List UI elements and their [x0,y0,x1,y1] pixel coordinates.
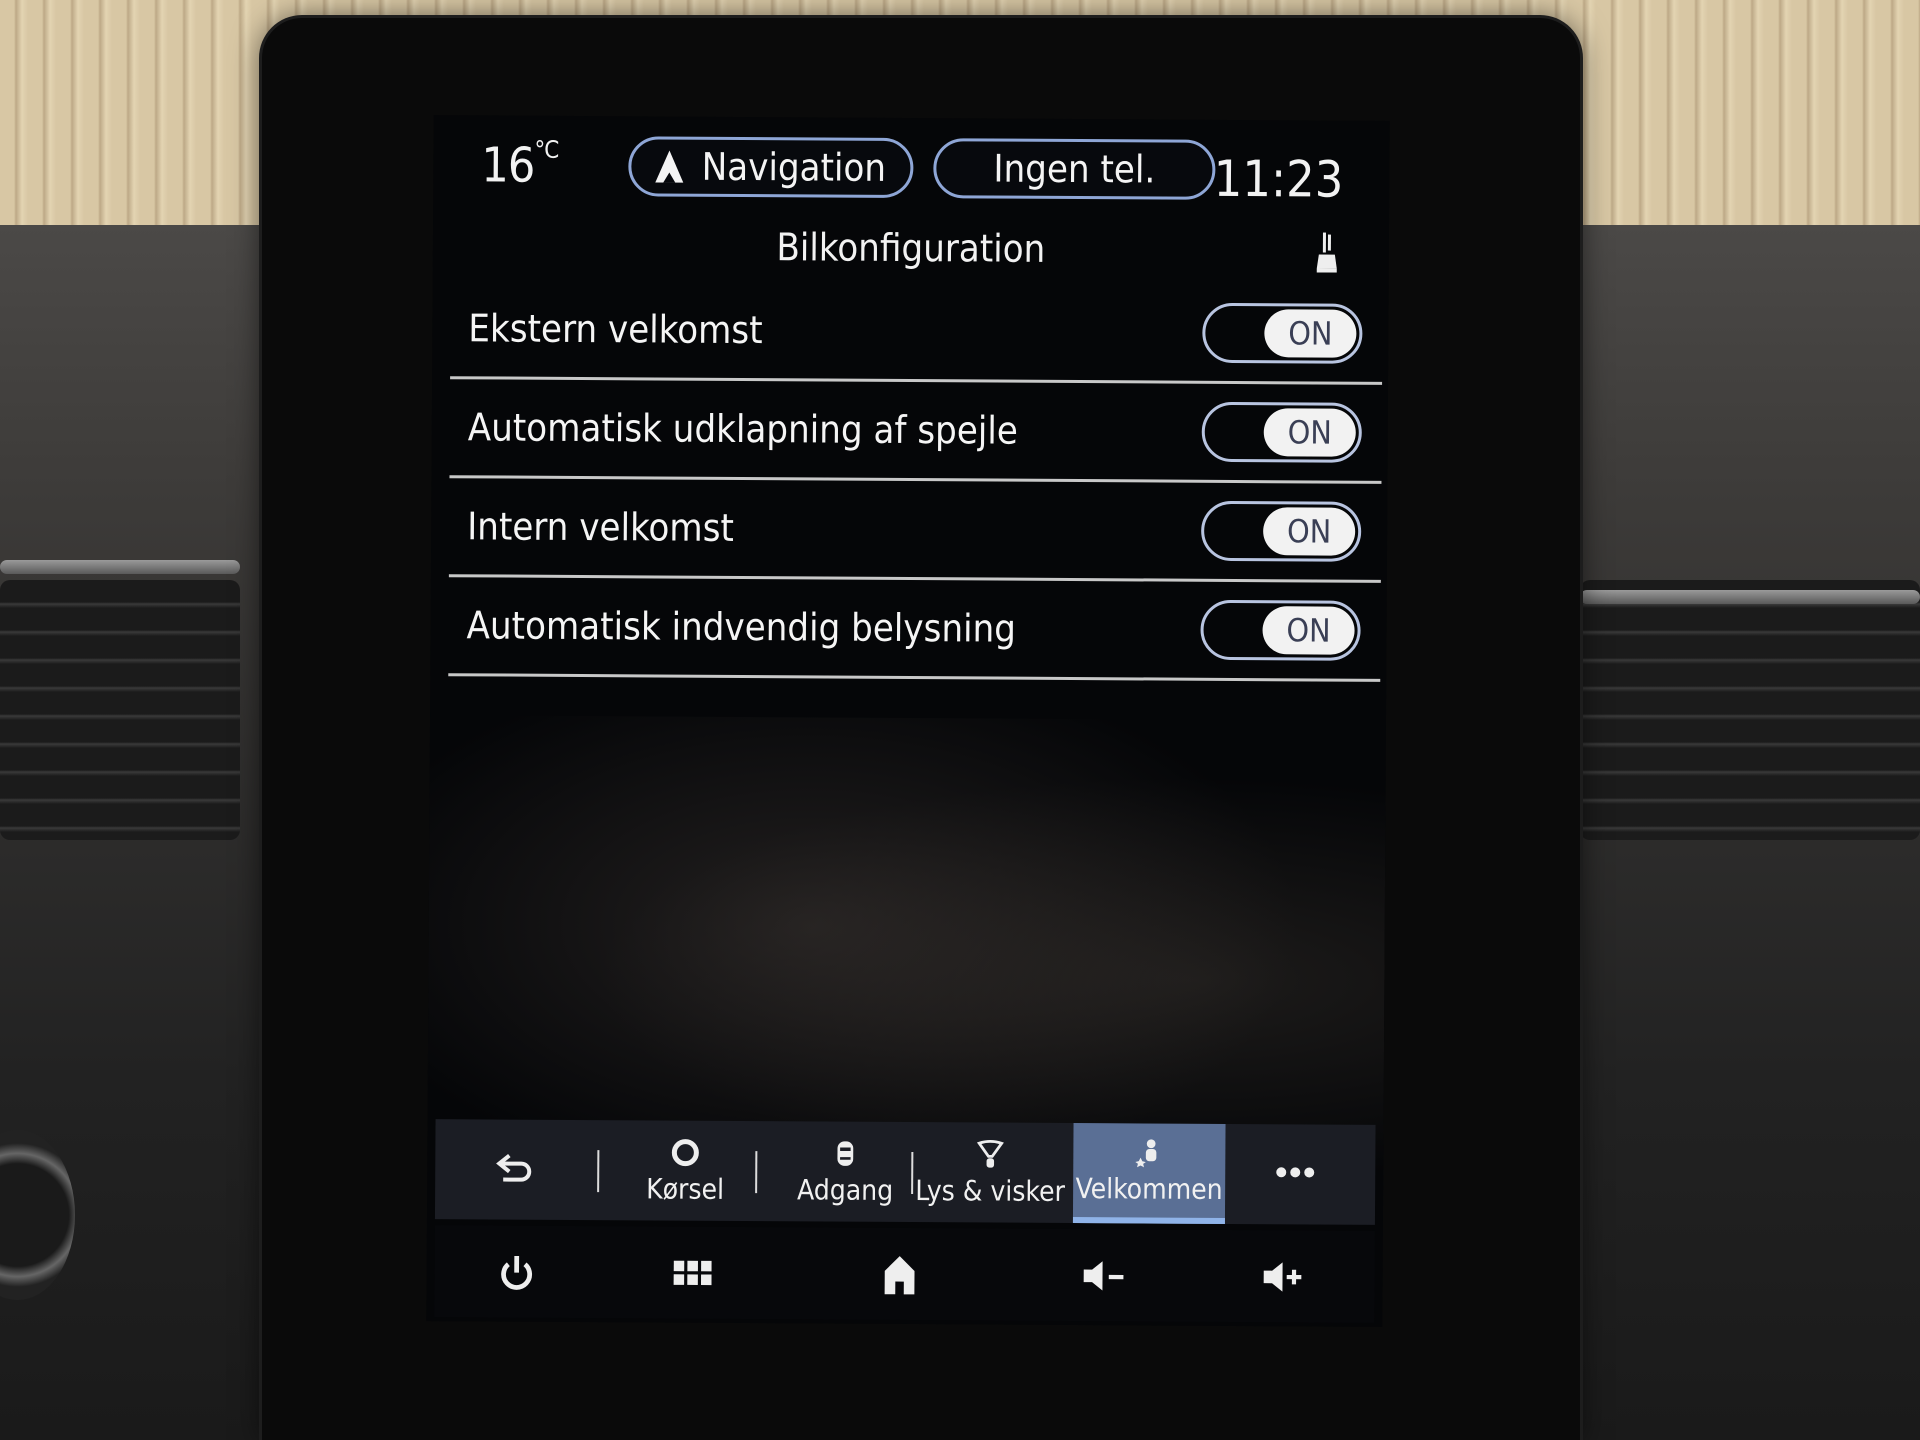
toggle-ekstern-velkomst[interactable]: ON [1202,302,1363,364]
setting-label: Automatisk udklapning af spejle [467,405,1019,453]
tab-label: Lys & visker [915,1173,1066,1208]
toggle-udklapning-spejle[interactable]: ON [1201,401,1362,463]
status-bar: 16°C Navigation Ingen tel. 11:23 [433,115,1390,221]
chrome-trim-right [1580,590,1920,604]
back-button[interactable] [455,1119,576,1220]
air-vent-right [1580,580,1920,840]
steering-icon [671,1138,699,1166]
tab-lys-visker[interactable]: Lys & visker [915,1122,1066,1223]
volume-up-icon [1263,1262,1302,1292]
tab-divider [755,1151,758,1194]
toggle-knob: ON [1263,507,1356,556]
welcome-person-icon [1135,1138,1157,1167]
infotainment-screen: 16°C Navigation Ingen tel. 11:23 Bilkonf… [426,115,1390,1327]
outside-temperature: 16°C [481,135,559,194]
setting-row-intern-velkomst: Intern velkomst ON [448,478,1382,583]
setting-row-udklapning-spejle: Automatisk udklapning af spejle ON [449,379,1383,484]
temperature-unit: °C [534,135,559,164]
setting-label: Intern velkomst [467,504,735,550]
tab-adgang[interactable]: Adgang [770,1121,921,1222]
setting-row-indvendig-belysning: Automatisk indvendig belysning ON [448,577,1381,682]
phone-button[interactable]: Ingen tel. [933,138,1216,200]
tab-divider [597,1150,600,1193]
home-icon [884,1255,915,1295]
power-button[interactable] [486,1247,546,1297]
toggle-knob: ON [1262,606,1355,655]
volume-down-icon [1083,1261,1124,1291]
phone-label: Ingen tel. [993,146,1156,192]
setting-label: Automatisk indvendig belysning [466,603,1017,651]
tab-divider [911,1152,914,1195]
air-vent-left [0,580,240,840]
settings-list: Ekstern velkomst ON Automatisk udklapnin… [448,280,1383,682]
category-tab-bar: Kørsel Adgang Lys & visker Velkommen [434,1119,1376,1225]
toggle-intern-velkomst[interactable]: ON [1200,500,1362,562]
toggle-knob: ON [1263,408,1356,457]
page-title: Bilkonfiguration [776,225,1046,271]
power-icon [501,1255,533,1290]
navigation-button[interactable]: Navigation [628,136,914,199]
volume-down-button[interactable] [1074,1251,1134,1301]
chrome-trim-left [0,560,240,574]
seat-icon [1316,232,1337,273]
tab-korsel[interactable]: Kørsel [615,1120,756,1221]
wiper-light-icon [976,1139,1004,1168]
setting-label: Ekstern velkomst [468,306,763,353]
toggle-indvendig-belysning[interactable]: ON [1200,599,1361,661]
volume-up-button[interactable] [1254,1252,1314,1302]
apps-button[interactable] [662,1249,722,1299]
tab-label: Adgang [796,1172,894,1207]
car-top-icon [837,1140,854,1166]
tab-label: Velkommen [1075,1171,1223,1206]
home-button[interactable] [869,1250,929,1300]
navigation-arrow-icon [655,150,684,183]
setting-row-ekstern-velkomst: Ekstern velkomst ON [450,280,1383,385]
apps-grid-icon [673,1260,712,1286]
navigation-label: Navigation [701,144,887,190]
system-bar [434,1225,1375,1323]
more-button[interactable] [1235,1124,1356,1225]
temperature-value: 16 [481,137,535,194]
toggle-knob: ON [1264,309,1357,358]
back-arrow-icon [496,1154,532,1182]
tab-velkommen[interactable]: Velkommen [1072,1123,1226,1224]
clock: 11:23 [1213,149,1344,209]
more-icon [1276,1167,1315,1178]
tab-label: Kørsel [646,1171,725,1206]
